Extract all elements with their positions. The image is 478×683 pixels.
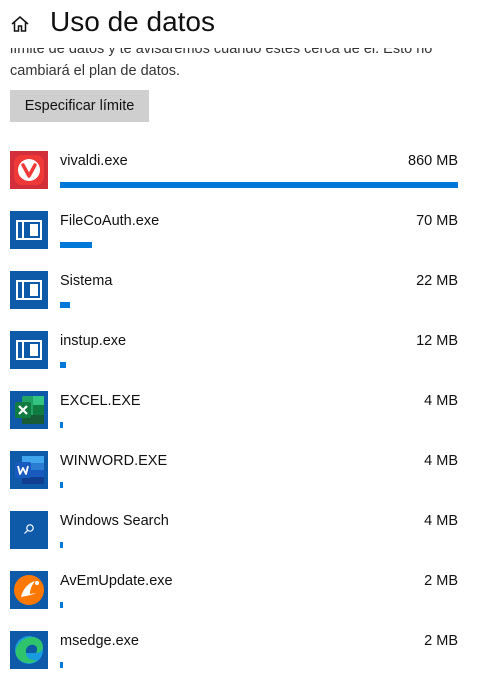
app-usage-row[interactable]: WINWORD.EXE 4 MB [10,451,460,503]
app-name: AvEmUpdate.exe [60,573,173,589]
usage-bar-fill [60,302,70,308]
app-usage: 2 MB [424,573,458,589]
app-usage: 4 MB [424,393,458,409]
app-usage: 2 MB [424,633,458,649]
usage-bar-fill [60,422,63,428]
app-usage-row[interactable]: Windows Search 4 MB [10,511,460,563]
app-usage-row[interactable]: vivaldi.exe 860 MB [10,151,460,203]
page-header: Uso de datos [0,0,478,48]
app-usage: 12 MB [416,333,458,349]
app-usage: 860 MB [408,153,458,169]
app-name: msedge.exe [60,633,139,649]
word-icon [10,451,48,489]
app-usage: 4 MB [424,453,458,469]
vivaldi-icon [10,151,48,189]
usage-bar-fill [60,482,63,488]
home-icon[interactable] [10,14,30,34]
app-usage: 4 MB [424,513,458,529]
app-usage-row[interactable]: instup.exe 12 MB [10,331,460,383]
usage-bar [60,182,458,188]
usage-bar [60,542,458,548]
app-usage: 70 MB [416,213,458,229]
usage-bar [60,602,458,608]
usage-bar-fill [60,542,63,548]
app-usage-row[interactable]: AvEmUpdate.exe 2 MB [10,571,460,623]
search-icon [10,511,48,549]
app-usage-row[interactable]: msedge.exe 2 MB [10,631,460,683]
edge-icon [10,631,48,669]
app-name: EXCEL.EXE [60,393,141,409]
page-title: Uso de datos [50,6,215,37]
avast-icon [10,571,48,609]
excel-icon [10,391,48,429]
usage-bar [60,662,458,668]
usage-bar-fill [60,242,92,248]
app-usage-row[interactable]: Sistema 22 MB [10,271,460,323]
usage-bar-fill [60,602,63,608]
set-limit-button[interactable]: Especificar límite [10,90,149,122]
app-window-icon [10,211,48,249]
usage-bar [60,362,458,368]
usage-bar [60,482,458,488]
app-name: Sistema [60,273,113,289]
app-usage-row[interactable]: EXCEL.EXE 4 MB [10,391,460,443]
app-name: Windows Search [60,513,169,529]
app-name: instup.exe [60,333,127,349]
usage-bar [60,302,458,308]
app-name: FileCoAuth.exe [60,213,160,229]
usage-bar [60,422,458,428]
usage-bar-fill [60,662,63,668]
usage-bar-fill [60,182,458,188]
usage-bar-fill [60,362,66,368]
app-usage: 22 MB [416,273,458,289]
app-name: vivaldi.exe [60,153,128,169]
app-usage-row[interactable]: FileCoAuth.exe 70 MB [10,211,460,263]
app-window-icon [10,331,48,369]
app-window-icon [10,271,48,309]
app-name: WINWORD.EXE [60,453,168,469]
usage-bar [60,242,458,248]
